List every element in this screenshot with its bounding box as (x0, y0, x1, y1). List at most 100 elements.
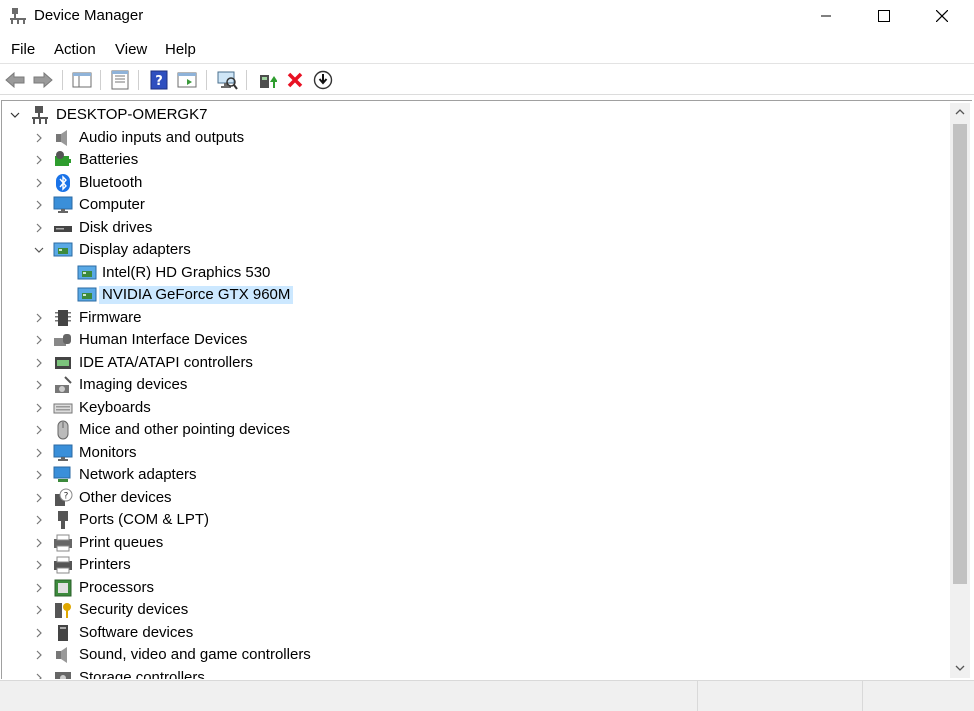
tree-category-label: Security devices (79, 601, 189, 618)
forward-arrow-icon (33, 72, 53, 88)
tree-category-label: Display adapters (79, 241, 191, 258)
expand-chevron-icon[interactable] (34, 538, 44, 548)
tree-category[interactable]: Printers (2, 554, 602, 576)
computer-icon (53, 196, 73, 213)
expand-chevron-icon[interactable] (34, 313, 44, 323)
tree-category-label: Firmware (79, 308, 142, 326)
back-arrow-icon (5, 72, 25, 88)
action-pane-button[interactable] (176, 69, 198, 91)
expand-chevron-icon[interactable] (34, 155, 44, 165)
expand-chevron-icon[interactable] (34, 605, 44, 615)
tree-category[interactable]: Security devices (2, 599, 602, 621)
tree-category[interactable]: Firmware (2, 307, 602, 329)
tree-category-label: Audio inputs and outputs (79, 128, 245, 146)
collapse-chevron-icon[interactable] (10, 110, 20, 120)
expand-chevron-icon[interactable] (34, 560, 44, 570)
print-queue-icon (54, 534, 72, 551)
expand-chevron-icon[interactable] (34, 470, 44, 480)
help-icon: ? (150, 70, 168, 90)
tree-category[interactable]: IDE ATA/ATAPI controllers (2, 352, 602, 374)
tree-category[interactable]: Storage controllers (2, 667, 602, 680)
keyboard-icon (53, 403, 73, 413)
tree-category-label: Bluetooth (79, 173, 143, 191)
expand-chevron-icon[interactable] (34, 358, 44, 368)
tree-category[interactable]: Network adapters (2, 464, 602, 486)
tree-category[interactable]: Ports (COM & LPT) (2, 509, 602, 531)
scroll-down-button[interactable] (950, 659, 970, 677)
menu-action[interactable]: Action (54, 41, 96, 58)
expand-chevron-icon[interactable] (34, 425, 44, 435)
tree-category[interactable]: Processors (2, 577, 602, 599)
expand-chevron-icon[interactable] (34, 200, 44, 210)
expand-chevron-icon[interactable] (34, 380, 44, 390)
tree-category[interactable]: Display adapters (2, 239, 602, 261)
toolbar-separator (62, 70, 63, 90)
uninstall-device-button[interactable] (284, 69, 306, 91)
vertical-scrollbar[interactable] (950, 103, 970, 678)
expand-chevron-icon[interactable] (34, 223, 44, 233)
tree-category[interactable]: Sound, video and game controllers (2, 644, 602, 666)
expand-chevron-icon[interactable] (34, 650, 44, 660)
scrollbar-thumb[interactable] (953, 124, 967, 584)
display-adapter-icon (53, 242, 73, 257)
expand-chevron-icon[interactable] (34, 515, 44, 525)
expand-chevron-icon[interactable] (34, 628, 44, 638)
expand-chevron-icon[interactable] (34, 335, 44, 345)
back-button[interactable] (4, 69, 26, 91)
enable-device-button[interactable] (312, 69, 334, 91)
tree-category[interactable]: Imaging devices (2, 374, 602, 396)
tree-category[interactable]: ? Other devices (2, 487, 602, 509)
tree-category-label: Processors (79, 578, 155, 596)
tree-category[interactable]: Print queues (2, 532, 602, 554)
scroll-up-button[interactable] (950, 103, 970, 121)
tree-category-label: Storage controllers (79, 668, 205, 680)
device-tree[interactable]: DESKTOP-OMERGK7 Audio inputs and outputs… (1, 100, 972, 679)
tree-category-label: Sound, video and game controllers (79, 646, 311, 663)
tree-category[interactable]: Human Interface Devices (2, 329, 602, 351)
tree-device[interactable]: NVIDIA GeForce GTX 960M (2, 284, 602, 306)
tree-root[interactable]: DESKTOP-OMERGK7 (2, 104, 602, 126)
expand-chevron-icon[interactable] (34, 583, 44, 593)
minimize-button[interactable] (797, 0, 855, 32)
expand-chevron-icon[interactable] (34, 403, 44, 413)
forward-button[interactable] (32, 69, 54, 91)
device-manager-icon (10, 8, 26, 24)
tree-category[interactable]: Keyboards (2, 397, 602, 419)
menu-file[interactable]: File (11, 41, 35, 58)
show-hide-console-tree-button[interactable] (71, 69, 93, 91)
tree-category[interactable]: Computer (2, 194, 602, 216)
menu-help[interactable]: Help (165, 41, 196, 58)
maximize-button[interactable] (855, 0, 913, 32)
tree-category[interactable]: Monitors (2, 442, 602, 464)
chevron-down-icon (955, 665, 965, 671)
expand-chevron-icon[interactable] (34, 448, 44, 458)
tree-category[interactable]: Software devices (2, 622, 602, 644)
update-driver-button[interactable] (256, 69, 278, 91)
tree-category[interactable]: Bluetooth (2, 172, 602, 194)
scan-hardware-button[interactable] (216, 69, 238, 91)
close-button[interactable] (913, 0, 971, 32)
tree-category-label: Human Interface Devices (79, 331, 248, 348)
tree-device[interactable]: Intel(R) HD Graphics 530 (2, 262, 602, 284)
action-pane-icon (177, 72, 197, 88)
tree-category-label: Monitors (79, 443, 137, 461)
tree-category[interactable]: Audio inputs and outputs (2, 127, 602, 149)
printer-icon (54, 556, 72, 574)
expand-chevron-icon[interactable] (34, 178, 44, 188)
toolbar: ? (0, 63, 974, 95)
tree-category[interactable]: Mice and other pointing devices (2, 419, 602, 441)
chevron-up-icon (955, 109, 965, 115)
expand-chevron-icon[interactable] (34, 133, 44, 143)
help-button[interactable]: ? (148, 69, 170, 91)
processor-icon (54, 579, 72, 596)
tree-category[interactable]: Disk drives (2, 217, 602, 239)
menu-view[interactable]: View (115, 41, 147, 58)
mouse-icon (57, 420, 69, 440)
expand-chevron-icon[interactable] (34, 493, 44, 503)
properties-button[interactable] (109, 69, 131, 91)
collapse-chevron-icon[interactable] (34, 245, 44, 255)
tree-category[interactable]: Batteries (2, 149, 602, 171)
status-bar (0, 680, 974, 711)
status-cell (697, 681, 863, 711)
expand-chevron-icon[interactable] (34, 673, 44, 679)
